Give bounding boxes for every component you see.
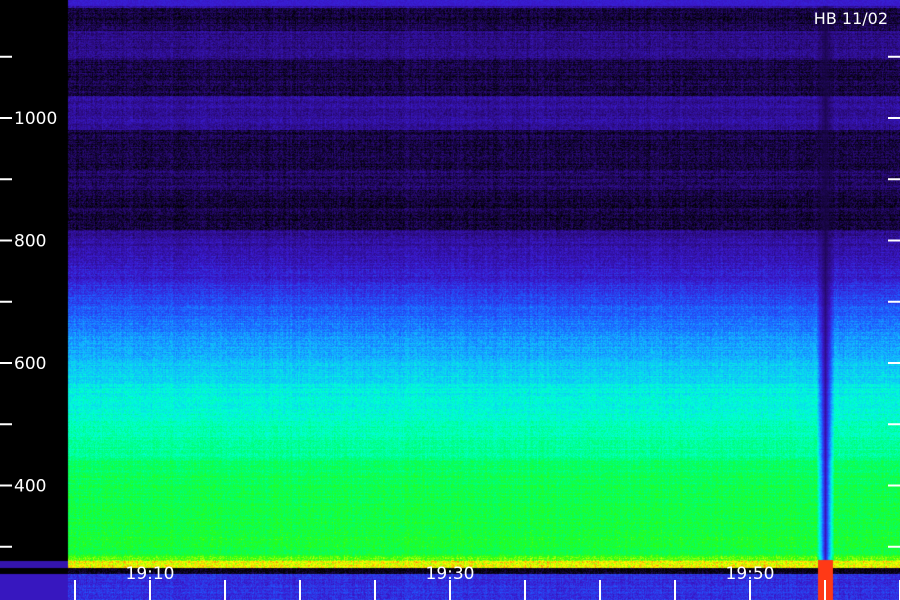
x-tick-label: 19:50 — [726, 564, 775, 584]
y-tick-label: 1000 — [14, 109, 57, 129]
y-tick-label: 800 — [14, 232, 46, 252]
y-tick-label: 400 — [14, 477, 46, 497]
x-tick-label: 19:30 — [426, 564, 475, 584]
y-axis-left: 400 600 800 1000 — [0, 55, 57, 548]
chart-title: HB 11/02 — [814, 9, 888, 28]
chart-overlay: 400 600 800 1000 19:10 19:30 19:50 HB 11/02 — [0, 9, 900, 600]
y-axis-right — [888, 55, 900, 548]
x-axis: 19:10 19:30 19:50 — [74, 564, 900, 600]
x-tick-label: 19:10 — [126, 564, 175, 584]
y-tick-label: 600 — [14, 354, 46, 374]
spectrogram-panel: 400 600 800 1000 19:10 19:30 19:50 HB 11/02 — [0, 0, 900, 600]
